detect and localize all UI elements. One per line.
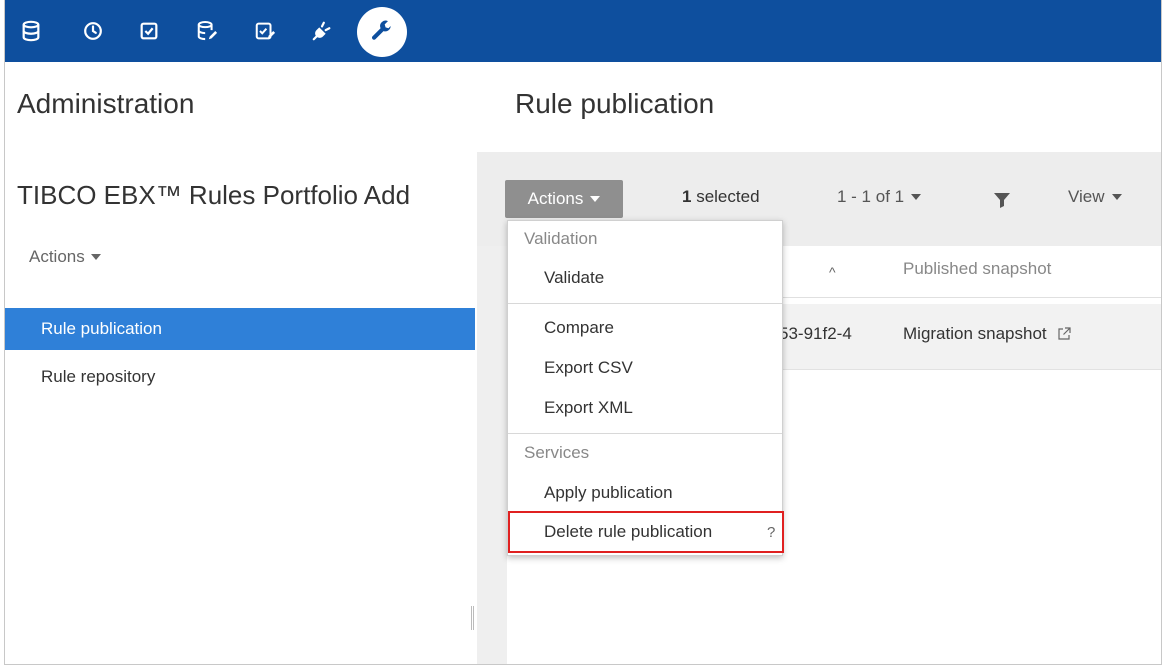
nav-item-label: Rule repository <box>41 367 156 386</box>
sort-ascending-icon[interactable]: ^ <box>829 264 836 280</box>
database-edit-icon[interactable] <box>195 19 219 43</box>
wrench-icon[interactable] <box>357 7 407 57</box>
filter-icon[interactable] <box>992 190 1012 210</box>
menu-item-apply-publication[interactable]: Apply publication <box>544 483 673 503</box>
menu-item-compare[interactable]: Compare <box>544 318 614 338</box>
column-header-published-snapshot[interactable]: Published snapshot <box>903 259 1051 279</box>
app-frame: Administration TIBCO EBX™ Rules Portfoli… <box>4 0 1162 665</box>
view-label: View <box>1068 187 1105 206</box>
selection-count: 1 selected <box>682 187 760 207</box>
nav-item-rule-publication[interactable]: Rule publication <box>5 308 475 350</box>
nav-item-rule-repository[interactable]: Rule repository <box>5 356 475 398</box>
selected-number: 1 <box>682 187 692 206</box>
page-title-rule-publication: Rule publication <box>515 88 715 119</box>
actions-button[interactable]: Actions <box>505 180 623 218</box>
page-title-administration: Administration <box>17 88 195 119</box>
pagination-label: 1 - 1 of 1 <box>837 187 905 206</box>
checkbox-icon[interactable] <box>137 19 161 43</box>
actions-dropdown-menu: Validation Validate Compare Export CSV E… <box>507 220 784 556</box>
checklist-edit-icon[interactable] <box>253 19 277 43</box>
clock-icon[interactable] <box>81 19 105 43</box>
chevron-down-icon <box>911 194 922 200</box>
database-icon[interactable] <box>19 19 43 43</box>
chevron-down-icon <box>590 196 601 202</box>
chevron-down-icon <box>90 254 101 260</box>
menu-item-export-xml[interactable]: Export XML <box>544 398 633 418</box>
cell-identifier: 53-91f2-4 <box>779 324 852 343</box>
selected-label: selected <box>696 187 760 206</box>
menu-divider <box>508 433 782 434</box>
view-dropdown[interactable]: View <box>1068 187 1122 207</box>
plug-icon[interactable] <box>310 19 334 43</box>
menu-item-validate[interactable]: Validate <box>544 268 604 288</box>
dataspace-title: TIBCO EBX™ Rules Portfolio Add <box>17 180 411 210</box>
snapshot-link[interactable]: Migration snapshot <box>903 324 1047 344</box>
pagination-dropdown[interactable]: 1 - 1 of 1 <box>837 187 922 207</box>
menu-item-export-csv[interactable]: Export CSV <box>544 358 633 378</box>
external-link-icon[interactable] <box>1057 327 1071 341</box>
actions-button-label: Actions <box>527 189 584 208</box>
help-icon[interactable]: ? <box>767 524 775 541</box>
menu-divider <box>508 303 782 304</box>
menu-section-services: Services <box>524 443 590 462</box>
panel-resize-handle[interactable] <box>471 606 474 630</box>
menu-section-validation: Validation <box>524 229 598 248</box>
left-actions-menu[interactable]: Actions <box>29 247 101 267</box>
cell-published-snapshot: Migration snapshot <box>903 324 1071 344</box>
top-toolbar <box>5 0 1161 62</box>
left-actions-label: Actions <box>29 247 85 266</box>
chevron-down-icon <box>1111 194 1122 200</box>
menu-item-delete-rule-publication[interactable]: Delete rule publication <box>544 522 712 542</box>
nav-item-label: Rule publication <box>41 319 162 338</box>
